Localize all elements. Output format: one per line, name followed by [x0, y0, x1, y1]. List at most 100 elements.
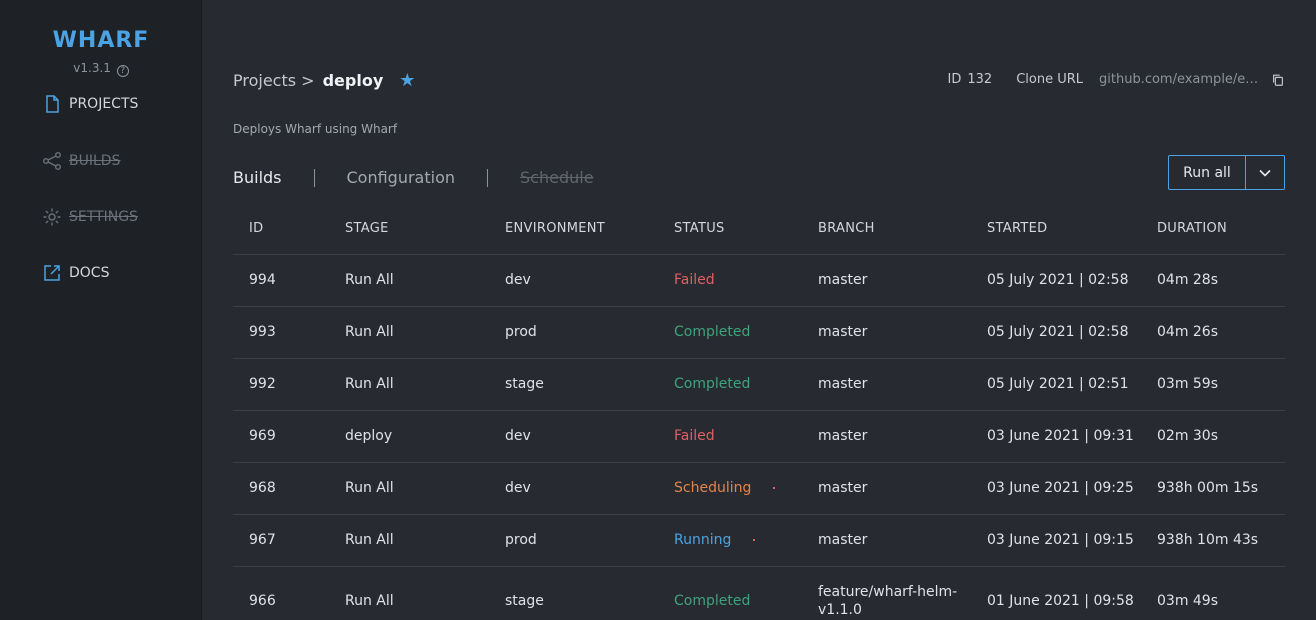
clone-url-label: Clone URL — [1016, 72, 1083, 87]
cell-id: 967 — [233, 514, 329, 567]
cell-started: 05 July 2021 | 02:58 — [971, 254, 1141, 307]
status-badge: Completed — [674, 376, 751, 392]
cell-duration: 04m 26s — [1141, 306, 1285, 359]
version-text: v1.3.1 — [73, 61, 111, 75]
breadcrumb-current: deploy — [322, 71, 384, 90]
column-header-branch[interactable]: BRANCH — [802, 203, 971, 255]
cell-branch: feature/wharf-helm-v1.1.0 — [802, 566, 971, 620]
cell-status: Scheduling — [658, 462, 802, 515]
table-row[interactable]: 967 Run All prod Running master 03 June … — [233, 514, 1285, 567]
table-row[interactable]: 969 deploy dev Failed master 03 June 202… — [233, 410, 1285, 463]
cell-id: 994 — [233, 254, 329, 307]
sidebar-item-settings: SETTINGS — [42, 207, 138, 227]
status-badge: Completed — [674, 593, 751, 609]
cell-branch: master — [802, 306, 971, 359]
chevron-down-icon — [1259, 169, 1271, 177]
cell-id: 969 — [233, 410, 329, 463]
cell-environment: prod — [489, 306, 658, 359]
status-badge: Failed — [674, 272, 715, 288]
file-icon — [46, 95, 59, 113]
cell-id: 993 — [233, 306, 329, 359]
run-all-button-group: Run all — [1168, 155, 1285, 190]
branch-name: feature/wharf-helm-v1.1.0 — [818, 584, 958, 618]
cell-duration: 03m 49s — [1141, 566, 1285, 620]
sidebar-item-docs[interactable]: DOCS — [42, 263, 109, 283]
cell-duration: 03m 59s — [1141, 358, 1285, 411]
sidebar-item-projects[interactable]: PROJECTS — [42, 94, 138, 114]
clone-url-value[interactable]: github.com/example/example.git — [1099, 72, 1261, 87]
id-value: 132 — [967, 72, 993, 87]
gear-icon — [43, 208, 61, 226]
cell-id: 966 — [233, 566, 329, 620]
cell-status: Running — [658, 514, 802, 567]
project-meta: ID 132 Clone URL github.com/example/exam… — [948, 72, 1286, 87]
cell-branch: master — [802, 514, 971, 567]
cell-environment: stage — [489, 566, 658, 620]
sidebar-item-label: PROJECTS — [69, 96, 139, 112]
cell-duration: 02m 30s — [1141, 410, 1285, 463]
run-all-button[interactable]: Run all — [1169, 156, 1246, 189]
tab-builds[interactable]: Builds — [233, 168, 282, 187]
cell-id: 968 — [233, 462, 329, 515]
cell-id: 992 — [233, 358, 329, 411]
copy-icon[interactable] — [1271, 73, 1285, 87]
cell-stage: Run All — [329, 358, 489, 411]
sidebar-item-label: DOCS — [69, 265, 110, 281]
cell-started: 03 June 2021 | 09:15 — [971, 514, 1141, 567]
column-header-status[interactable]: STATUS — [658, 203, 802, 255]
run-options-dropdown[interactable] — [1246, 156, 1284, 189]
progress-indicator — [753, 539, 756, 541]
cell-stage: Run All — [329, 566, 489, 620]
cell-stage: Run All — [329, 254, 489, 307]
cell-stage: Run All — [329, 462, 489, 515]
cell-duration: 04m 28s — [1141, 254, 1285, 307]
external-link-icon — [44, 265, 60, 281]
cell-status: Failed — [658, 254, 802, 307]
status-badge: Scheduling — [674, 480, 752, 496]
cell-branch: master — [802, 462, 971, 515]
brand-logo[interactable]: WHARF — [0, 28, 202, 53]
table-row[interactable]: 992 Run All stage Completed master 05 Ju… — [233, 358, 1285, 411]
cell-status: Failed — [658, 410, 802, 463]
cell-environment: dev — [489, 462, 658, 515]
column-header-duration[interactable]: DURATION — [1141, 203, 1285, 255]
column-header-stage[interactable]: STAGE — [329, 203, 489, 255]
cell-branch: master — [802, 358, 971, 411]
cell-stage: deploy — [329, 410, 489, 463]
version-label: v1.3.1 ? — [0, 61, 202, 77]
cell-status: Completed — [658, 306, 802, 359]
status-badge: Running — [674, 532, 732, 548]
cell-started: 05 July 2021 | 02:51 — [971, 358, 1141, 411]
cell-branch: master — [802, 410, 971, 463]
table-row[interactable]: 966 Run All stage Completed feature/whar… — [233, 566, 1285, 620]
tab-divider — [487, 168, 489, 187]
cell-environment: dev — [489, 410, 658, 463]
sidebar-item-label: BUILDS — [69, 153, 121, 169]
cell-started: 05 July 2021 | 02:58 — [971, 306, 1141, 359]
tab-configuration[interactable]: Configuration — [347, 168, 456, 187]
breadcrumb-projects-link[interactable]: Projects > — [233, 71, 315, 90]
column-header-environment[interactable]: ENVIRONMENT — [489, 203, 658, 255]
cell-status: Completed — [658, 358, 802, 411]
cell-stage: Run All — [329, 514, 489, 567]
sidebar-item-label: SETTINGS — [69, 209, 138, 225]
cell-environment: dev — [489, 254, 658, 307]
project-description: Deploys Wharf using Wharf — [233, 122, 398, 136]
table-row[interactable]: 968 Run All dev Scheduling master 03 Jun… — [233, 462, 1285, 515]
column-header-started[interactable]: STARTED — [971, 203, 1141, 255]
help-icon[interactable]: ? — [116, 65, 129, 77]
star-icon[interactable]: ★ — [399, 70, 415, 91]
cell-started: 01 June 2021 | 09:58 — [971, 566, 1141, 620]
table-row[interactable]: 993 Run All prod Completed master 05 Jul… — [233, 306, 1285, 359]
cell-environment: stage — [489, 358, 658, 411]
builds-table: ID STAGE ENVIRONMENT STATUS BRANCH START… — [233, 203, 1285, 620]
sidebar-item-builds: BUILDS — [42, 151, 120, 171]
share-icon — [43, 152, 61, 170]
cell-started: 03 June 2021 | 09:31 — [971, 410, 1141, 463]
cell-status: Completed — [658, 566, 802, 620]
tab-bar: Builds Configuration Schedule — [233, 168, 594, 187]
table-row[interactable]: 994 Run All dev Failed master 05 July 20… — [233, 254, 1285, 307]
sidebar: WHARF v1.3.1 ? PROJECTS BUILDS SETTINGS … — [0, 0, 202, 620]
cell-stage: Run All — [329, 306, 489, 359]
column-header-id[interactable]: ID — [233, 203, 329, 255]
